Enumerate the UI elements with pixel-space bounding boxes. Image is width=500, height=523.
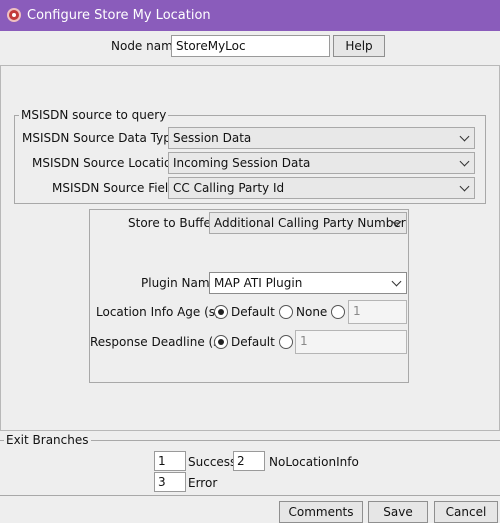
title-bar[interactable]: Configure Store My Location xyxy=(0,0,500,31)
location-info-age-input[interactable]: 1 xyxy=(348,300,407,324)
plugin-name-label: Plugin Name xyxy=(141,276,217,290)
response-deadline-default-radio[interactable] xyxy=(214,335,228,349)
app-logo-icon xyxy=(7,8,21,22)
exit-branch-name: Error xyxy=(188,476,218,490)
window-title: Configure Store My Location xyxy=(27,8,211,23)
msisdn-field-value: CC Calling Party Id xyxy=(173,181,285,195)
response-deadline-default-label: Default xyxy=(231,335,275,349)
msisdn-data-type-select[interactable]: Session Data xyxy=(168,127,475,149)
exit-branch-number[interactable]: 1 xyxy=(154,451,186,471)
msisdn-data-type-label: MSISDN Source Data Type xyxy=(22,131,179,145)
msisdn-source-legend: MSISDN source to query xyxy=(19,108,169,122)
location-info-age-none-label: None xyxy=(296,305,328,319)
chevron-down-icon xyxy=(459,131,470,142)
response-deadline-input[interactable]: 1 xyxy=(295,330,407,354)
chevron-down-icon xyxy=(459,181,470,192)
exit-branch-number[interactable]: 3 xyxy=(154,472,186,492)
msisdn-location-label: MSISDN Source Location xyxy=(32,156,179,170)
location-info-age-default-radio[interactable] xyxy=(214,305,228,319)
response-deadline-custom-radio[interactable] xyxy=(279,335,293,349)
location-info-age-none-radio[interactable] xyxy=(279,305,293,319)
help-button[interactable]: Help xyxy=(333,35,385,57)
msisdn-location-select[interactable]: Incoming Session Data xyxy=(168,152,475,174)
plugin-name-select[interactable]: MAP ATI Plugin xyxy=(209,272,407,294)
store-to-buffer-select[interactable]: Additional Calling Party Number xyxy=(209,212,407,234)
store-to-buffer-label: Store to Buffer xyxy=(128,216,216,230)
msisdn-field-label: MSISDN Source Field xyxy=(52,181,176,195)
exit-branch-name: Success xyxy=(188,455,237,469)
location-info-age-custom-radio[interactable] xyxy=(331,305,345,319)
response-deadline-label: Response Deadline (s) xyxy=(90,335,225,349)
msisdn-data-type-value: Session Data xyxy=(173,131,252,145)
exit-branch-number[interactable]: 2 xyxy=(233,451,265,471)
node-name-label: Node name xyxy=(111,39,181,53)
location-info-age-label: Location Info Age (s) xyxy=(96,305,220,319)
node-name-input[interactable]: StoreMyLoc xyxy=(171,35,330,57)
msisdn-field-select[interactable]: CC Calling Party Id xyxy=(168,177,475,199)
chevron-down-icon xyxy=(459,156,470,167)
plugin-name-value: MAP ATI Plugin xyxy=(214,276,303,290)
options-group xyxy=(89,209,409,383)
msisdn-location-value: Incoming Session Data xyxy=(173,156,311,170)
chevron-down-icon xyxy=(391,276,402,287)
exit-branch-name: NoLocationInfo xyxy=(269,455,359,469)
location-info-age-default-label: Default xyxy=(231,305,275,319)
store-to-buffer-value: Additional Calling Party Number xyxy=(214,216,406,230)
exit-branches-legend: Exit Branches xyxy=(4,433,91,447)
